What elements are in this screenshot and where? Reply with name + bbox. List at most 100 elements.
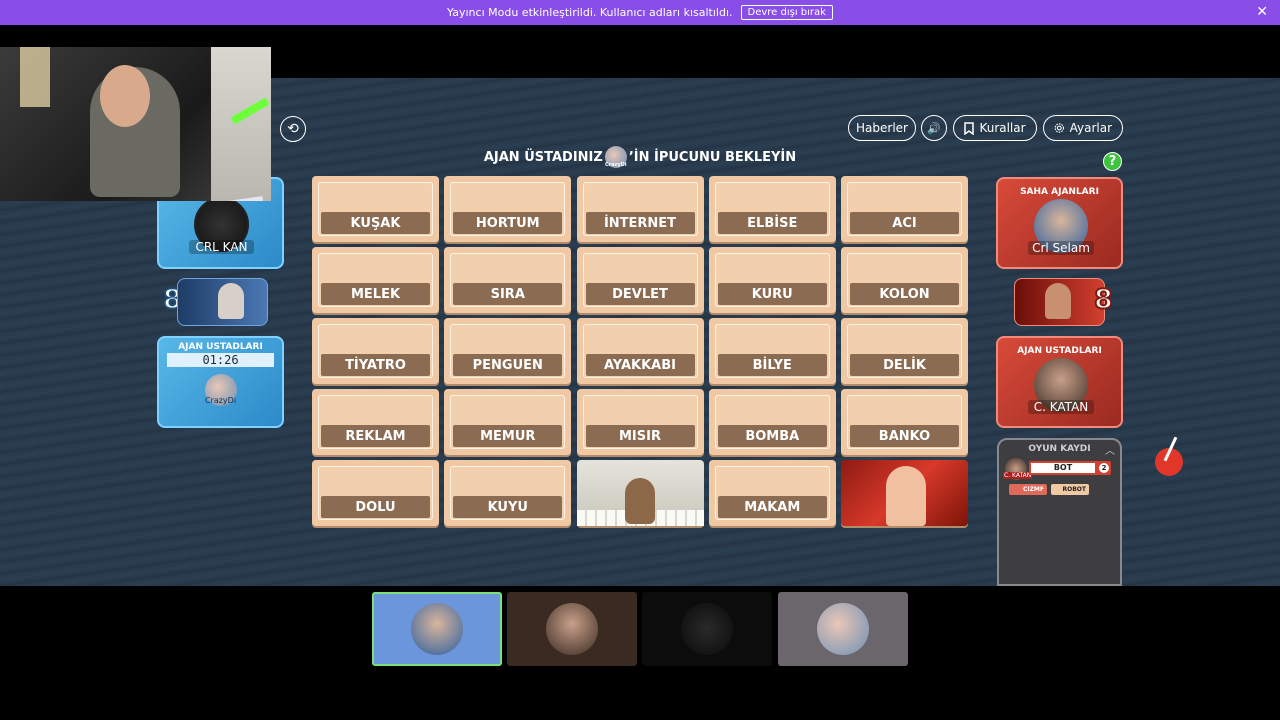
red-agent-figure: [886, 466, 926, 526]
log-clue-count: 2: [1099, 463, 1109, 473]
disable-streamer-mode-button[interactable]: Devre dışı bırak: [740, 5, 833, 20]
card-word: HORTUM: [453, 212, 563, 234]
card-word: MELEK: [321, 283, 430, 305]
log-guess-chip-2: ROBOT: [1051, 484, 1089, 495]
game-log[interactable]: OYUN KAYDI ︿ C. KATAN BOT 2 CIZMF ROBOT: [997, 438, 1122, 586]
card-word: BOMBA: [717, 425, 827, 447]
word-card[interactable]: ELBİSE: [708, 176, 836, 242]
rules-label: Kurallar: [979, 121, 1026, 135]
player-tile-3[interactable]: [642, 592, 772, 666]
log-clue-word: BOT: [1031, 463, 1095, 473]
player-avatar-3: [681, 603, 733, 655]
spymaster-avatar-small: CrazyDi: [604, 146, 627, 168]
word-card[interactable]: MELEK: [312, 247, 439, 313]
status-text-before: AJAN ÜSTADINIZ: [483, 149, 603, 165]
word-card[interactable]: HORTUM: [444, 176, 572, 242]
streamer-head: [100, 65, 150, 127]
blue-spymaster-name: CrazyDi: [204, 396, 237, 405]
word-card[interactable]: SIRA: [444, 247, 572, 313]
pen-icon[interactable]: [1155, 436, 1183, 476]
word-card[interactable]: TİYATRO: [312, 318, 439, 384]
word-card[interactable]: İNTERNET: [576, 176, 704, 242]
undo-button[interactable]: ⟲: [280, 116, 306, 142]
settings-label: Ayarlar: [1069, 121, 1112, 135]
blue-operative-name: CRL KAN: [189, 240, 254, 254]
red-spymaster-title: AJAN USTADLARI: [1017, 346, 1102, 356]
word-card[interactable]: BİLYE: [708, 318, 836, 384]
red-agent-card: [1014, 278, 1105, 326]
word-card[interactable]: DELİK: [841, 318, 968, 384]
player-tile-4[interactable]: [778, 592, 908, 666]
red-operatives-title: SAHA AJANLARI: [1020, 187, 1099, 197]
game-status: AJAN ÜSTADINIZ CrazyDi ’İN İPUCUNU BEKLE…: [312, 146, 968, 168]
player-avatar-2: [546, 603, 598, 655]
word-card[interactable]: MAKAM: [708, 460, 836, 526]
bookmark-icon: [964, 121, 975, 135]
card-word: KUŞAK: [321, 212, 430, 234]
word-card[interactable]: MEMUR: [444, 389, 572, 455]
player-tile-1[interactable]: [372, 592, 502, 666]
news-button[interactable]: Haberler: [848, 115, 916, 141]
settings-button[interactable]: Ayarlar: [1043, 115, 1123, 141]
rules-button[interactable]: Kurallar: [953, 115, 1037, 141]
streamer-mode-banner: Yayıncı Modu etkinleştirildi. Kullanıcı …: [0, 0, 1280, 25]
question-icon: ?: [1108, 154, 1117, 169]
card-word: KUYU: [453, 496, 563, 518]
red-operatives-panel: SAHA AJANLARI Crl Selam: [996, 177, 1123, 269]
turn-timer: 01:26: [167, 353, 274, 367]
word-card[interactable]: KOLON: [841, 247, 968, 313]
word-card[interactable]: PENGUEN: [444, 318, 572, 384]
blue-agent-figure: [218, 283, 244, 319]
chevron-up-icon[interactable]: ︿: [1105, 442, 1115, 457]
news-label: Haberler: [856, 121, 908, 135]
gear-icon: [1054, 123, 1064, 133]
word-card[interactable]: KUŞAK: [312, 176, 439, 242]
card-word: DEVLET: [585, 283, 695, 305]
webcam-overlay: [0, 47, 271, 201]
card-word: KOLON: [850, 283, 959, 305]
word-card[interactable]: DOLU: [312, 460, 439, 526]
card-word: TİYATRO: [321, 354, 430, 376]
close-icon[interactable]: ✕: [1256, 4, 1268, 20]
sound-button[interactable]: 🔊: [921, 115, 947, 141]
player-avatar-4: [817, 603, 869, 655]
log-entry-user: C. KATAN: [1003, 472, 1033, 479]
lamp-shape: [20, 47, 50, 107]
word-card[interactable]: BANKO: [841, 389, 968, 455]
card-word: MAKAM: [717, 496, 827, 518]
help-button[interactable]: ?: [1103, 152, 1122, 171]
card-word: KURU: [717, 283, 827, 305]
undo-icon: ⟲: [287, 121, 299, 137]
card-word: BİLYE: [717, 354, 827, 376]
red-operative-name: Crl Selam: [1028, 241, 1094, 255]
card-word: PENGUEN: [453, 354, 563, 376]
word-card[interactable]: [841, 460, 968, 526]
word-card[interactable]: KUYU: [444, 460, 572, 526]
log-guess-chip-1: CIZMF: [1009, 484, 1047, 495]
wall-shape: [211, 47, 271, 201]
word-card[interactable]: ACI: [841, 176, 968, 242]
card-word: AYAKKABI: [585, 354, 695, 376]
word-card[interactable]: MISIR: [576, 389, 704, 455]
card-word: ELBİSE: [717, 212, 827, 234]
card-word: REKLAM: [321, 425, 430, 447]
blue-spymaster-panel: AJAN USTADLARI 01:26 CrazyDi: [157, 336, 284, 428]
card-word: ACI: [850, 212, 959, 234]
word-card[interactable]: AYAKKABI: [576, 318, 704, 384]
log-clue-row: BOT 2: [1029, 461, 1111, 475]
red-spymaster-panel: AJAN USTADLARI C. KATAN: [996, 336, 1123, 428]
card-word: MEMUR: [453, 425, 563, 447]
status-text-after: ’İN İPUCUNU BEKLEYİN: [628, 149, 797, 165]
spymaster-avatar-label: CrazyDi: [605, 162, 627, 168]
word-card[interactable]: KURU: [708, 247, 836, 313]
card-word: DELİK: [850, 354, 959, 376]
player-avatar-1: [411, 603, 463, 655]
word-card[interactable]: [576, 460, 704, 526]
player-tile-2[interactable]: [507, 592, 637, 666]
word-card[interactable]: DEVLET: [576, 247, 704, 313]
bystander-dog-figure: [624, 478, 655, 524]
red-score: 8: [1093, 283, 1114, 316]
card-word: DOLU: [321, 496, 430, 518]
word-card[interactable]: BOMBA: [708, 389, 836, 455]
word-card[interactable]: REKLAM: [312, 389, 439, 455]
